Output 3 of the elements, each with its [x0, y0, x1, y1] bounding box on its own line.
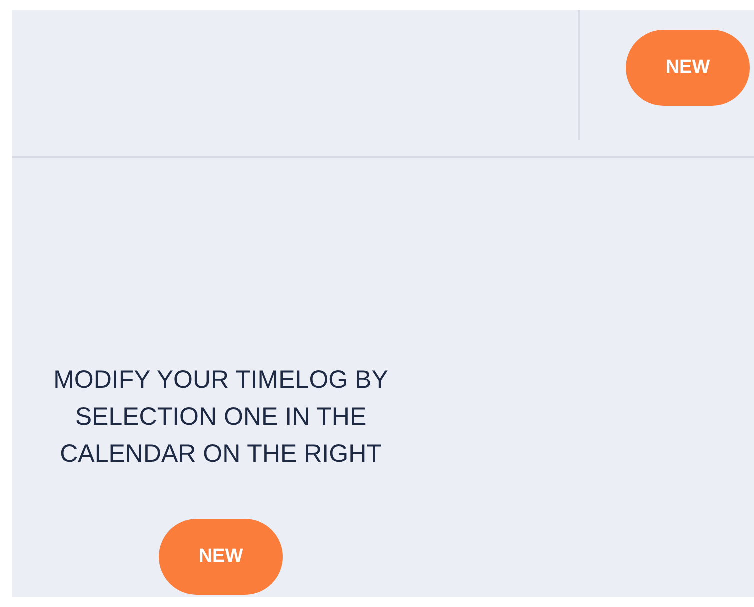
empty-message: MODIFY YOUR TIMELOG BY SELECTION ONE IN THE CALENDAR ON THE RIGHT	[52, 365, 390, 470]
new-button[interactable]: NEW	[626, 30, 750, 106]
new-button[interactable]: NEW	[159, 519, 283, 595]
